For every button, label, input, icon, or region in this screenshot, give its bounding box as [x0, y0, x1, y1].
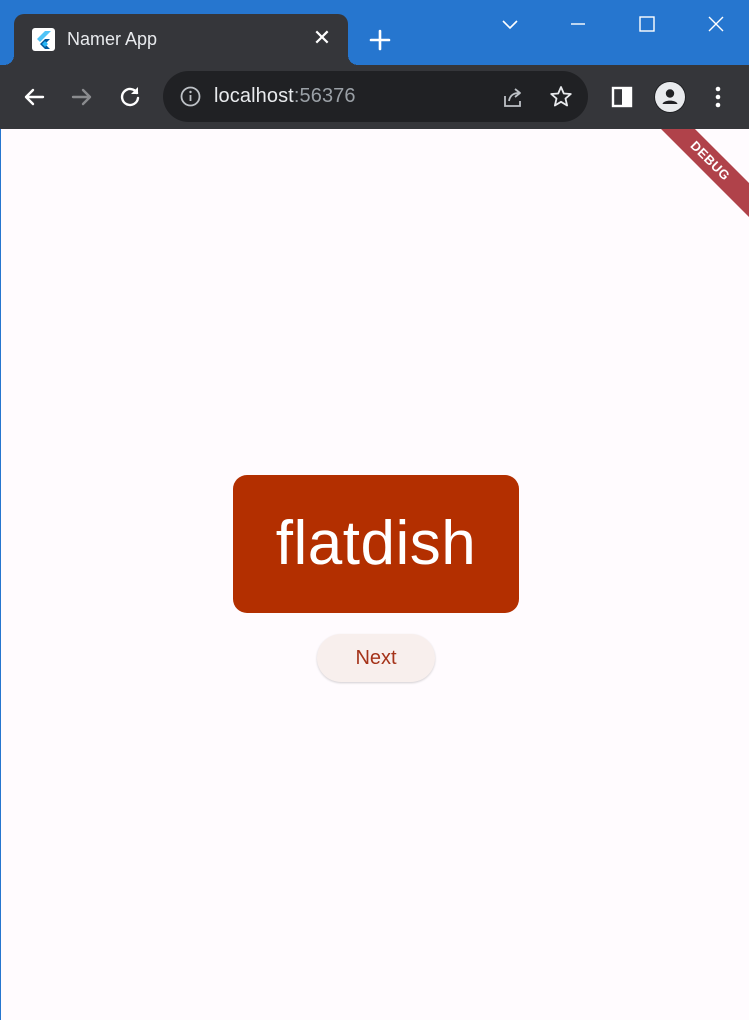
maximize-icon	[639, 16, 655, 32]
person-icon	[655, 82, 685, 112]
side-panel-button[interactable]	[606, 81, 638, 113]
reload-button[interactable]	[114, 81, 146, 113]
url-port: :56376	[293, 85, 356, 107]
chevron-down-icon	[502, 20, 518, 30]
new-tab-button[interactable]	[364, 24, 396, 56]
title-bar: Namer App ✕	[0, 0, 749, 65]
debug-banner: DEBUG	[641, 129, 749, 230]
address-bar[interactable]: localhost:56376	[163, 71, 588, 122]
share-icon[interactable]	[500, 84, 526, 110]
browser-toolbar: localhost:56376	[0, 65, 749, 129]
app-content: flatdish Next DEBUG	[1, 129, 749, 1020]
url-host: localhost	[214, 85, 294, 107]
info-icon	[180, 86, 201, 107]
profile-avatar-button[interactable]	[654, 81, 686, 113]
minimize-button[interactable]	[562, 8, 594, 40]
minimize-icon	[571, 23, 585, 25]
close-icon	[708, 16, 724, 32]
next-button[interactable]: Next	[317, 634, 435, 682]
word-pair-text: flatdish	[275, 509, 477, 578]
side-panel-icon	[611, 86, 633, 108]
arrow-left-icon	[24, 88, 45, 106]
browser-tab[interactable]: Namer App ✕	[4, 14, 358, 65]
browser-window: Namer App ✕ localhost:56376 flatdish Nex…	[0, 0, 749, 1020]
more-vert-icon	[715, 86, 721, 108]
back-button[interactable]	[18, 81, 50, 113]
word-pair-card: flatdish	[233, 475, 519, 613]
maximize-button[interactable]	[631, 8, 663, 40]
forward-button[interactable]	[66, 81, 98, 113]
star-icon[interactable]	[548, 84, 574, 110]
reload-icon	[120, 87, 140, 107]
menu-button[interactable]	[702, 81, 734, 113]
flutter-favicon-icon	[32, 28, 55, 51]
tab-title: Namer App	[67, 29, 158, 49]
close-window-button[interactable]	[700, 8, 732, 40]
url-text: localhost:56376	[214, 85, 356, 108]
tab-close-icon[interactable]: ✕	[310, 26, 334, 50]
arrow-right-icon	[71, 88, 92, 106]
plus-icon	[369, 29, 391, 51]
tab-search-button[interactable]	[494, 8, 526, 40]
